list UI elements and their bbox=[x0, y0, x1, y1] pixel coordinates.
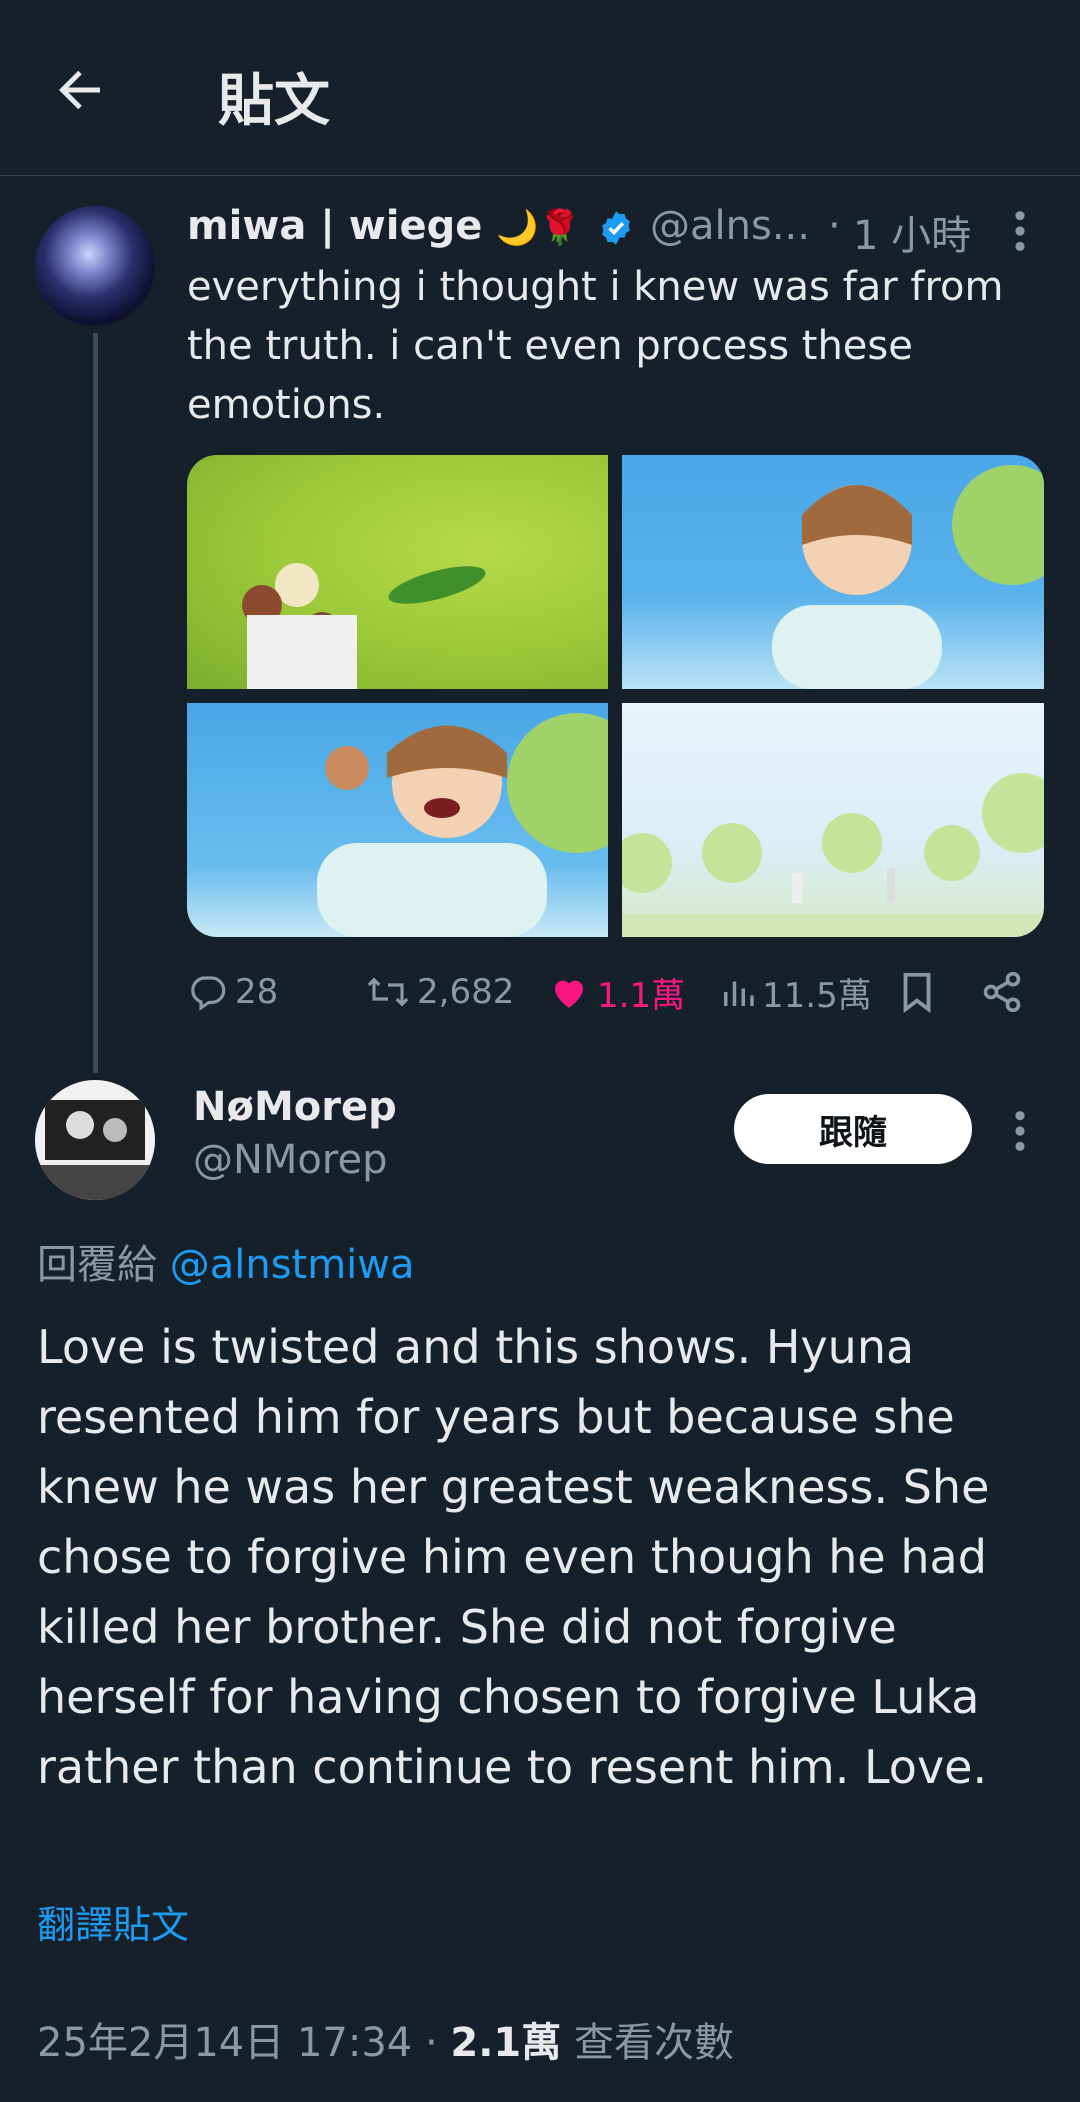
time-separator: · bbox=[828, 203, 841, 249]
like-count: 1.1萬 bbox=[597, 975, 686, 1016]
post-views-count: 2.1萬 bbox=[450, 2020, 562, 2066]
reply-author-name[interactable]: NøMorep bbox=[193, 1084, 397, 1130]
media-image-3[interactable] bbox=[187, 703, 647, 937]
replying-to: 回覆給 @alnstmiwa bbox=[37, 1232, 415, 1290]
bar-chart-icon bbox=[724, 981, 754, 1006]
views-action[interactable]: 11.5萬 bbox=[720, 965, 872, 1019]
author-name-emoji: 🌙🌹 bbox=[496, 208, 581, 248]
more-options-icon[interactable] bbox=[1005, 208, 1035, 254]
reply-to-mention-link[interactable]: @alnstmiwa bbox=[170, 1242, 415, 1288]
retweet-icon bbox=[367, 977, 409, 1007]
reply-action[interactable]: 28 bbox=[187, 965, 278, 1019]
follow-button[interactable]: 跟隨 bbox=[734, 1094, 972, 1164]
media-image-2[interactable] bbox=[622, 455, 1044, 689]
author-name-text: miwa | wiege bbox=[187, 203, 483, 249]
back-arrow-icon[interactable] bbox=[50, 60, 120, 130]
reply-author-avatar[interactable] bbox=[35, 1080, 155, 1200]
bookmark-icon bbox=[903, 972, 931, 1014]
post-meta: 25年2月14日 17:34 · 2.1萬 查看次數 bbox=[37, 2010, 734, 2068]
translate-post-link[interactable]: 翻譯貼文 bbox=[37, 1894, 189, 1949]
media-image-4[interactable] bbox=[612, 703, 1044, 937]
verified-badge-icon bbox=[597, 209, 635, 247]
heart-icon bbox=[555, 980, 583, 1008]
tweet-text: everything i thought i knew was far from… bbox=[187, 264, 1004, 428]
reply-count: 28 bbox=[235, 972, 279, 1012]
media-image-1[interactable] bbox=[187, 455, 608, 689]
bookmark-action[interactable] bbox=[897, 965, 943, 1019]
meta-separator: · bbox=[424, 2020, 438, 2066]
page-title: 貼文 bbox=[218, 69, 330, 134]
thread-line bbox=[93, 333, 98, 1073]
post-timestamp[interactable]: 25年2月14日 17:34 bbox=[37, 2020, 412, 2066]
post-views-label: 查看次數 bbox=[573, 2020, 734, 2066]
reply-to-prefix: 回覆給 bbox=[37, 1242, 157, 1288]
reply-icon bbox=[191, 976, 226, 1011]
like-action[interactable]: 1.1萬 bbox=[547, 965, 685, 1019]
retweet-count: 2,682 bbox=[417, 972, 515, 1012]
views-count: 11.5萬 bbox=[762, 975, 872, 1016]
reply-text: Love is twisted and this shows. Hyuna re… bbox=[37, 1320, 990, 1794]
retweet-action[interactable]: 2,682 bbox=[365, 965, 514, 1019]
share-icon bbox=[983, 971, 1021, 1013]
share-action[interactable] bbox=[980, 965, 1030, 1019]
author-handle[interactable]: @alns... bbox=[650, 203, 810, 249]
top-bar: 貼文 bbox=[0, 0, 1080, 176]
more-options-icon[interactable] bbox=[1005, 1108, 1035, 1154]
post-time[interactable]: 1 小時 bbox=[853, 203, 971, 261]
author-avatar[interactable] bbox=[35, 206, 155, 326]
media-grid bbox=[187, 455, 1044, 937]
reply-author-handle[interactable]: @NMorep bbox=[193, 1137, 387, 1183]
author-name[interactable]: miwa | wiege 🌙🌹 bbox=[187, 203, 581, 249]
